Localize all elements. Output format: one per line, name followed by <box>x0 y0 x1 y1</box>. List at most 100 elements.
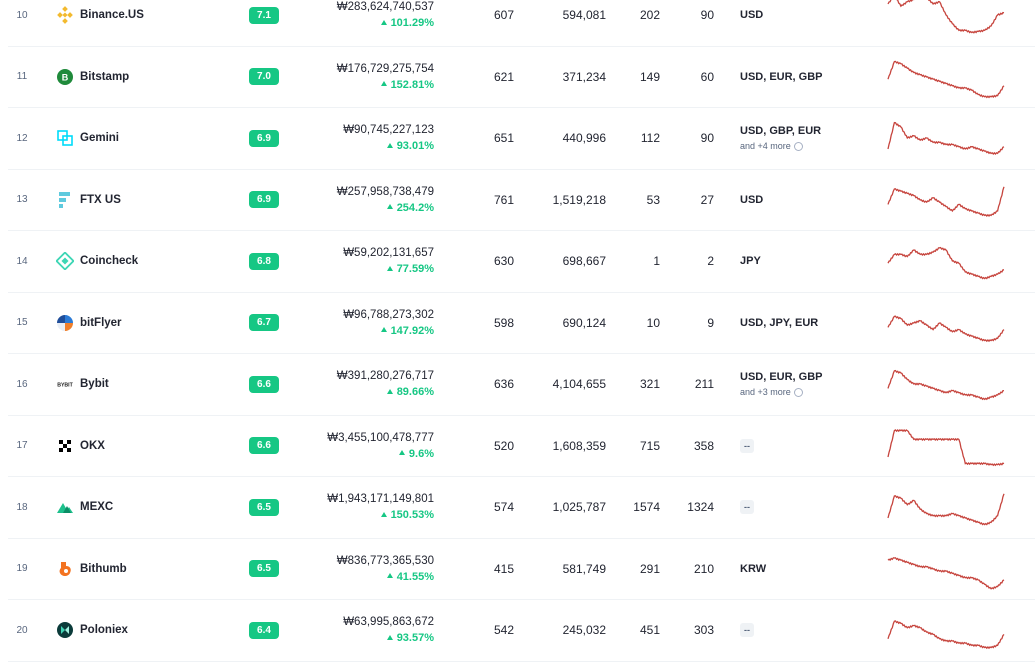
sparkline-cell <box>886 477 1006 538</box>
exchange-name: Binance.US <box>80 9 144 22</box>
bitflyer-logo-icon <box>56 314 74 332</box>
rank: 12 <box>16 132 28 144</box>
table-row[interactable]: 16 BYBIT Bybit 6.6 ₩391,280,276,717 89.66% 636… <box>8 354 1035 416</box>
table-row[interactable]: 15 bitFlyer 6.7 ₩96,788,273,302 147.92% 598 69… <box>8 293 1035 354</box>
rank: 11 <box>16 71 28 83</box>
exchange-name: OKX <box>80 439 105 452</box>
table-row[interactable]: 18 MEXC 6.5 ₩1,943,171,149,801 150.53% 574 1,0… <box>8 477 1035 539</box>
volume-amount: ₩257,958,738,479 <box>336 185 434 198</box>
score-badge: 6.5 <box>249 560 279 578</box>
volume-amount: ₩59,202,131,657 <box>343 247 434 260</box>
exchange-name-link[interactable]: Bithumb <box>56 539 236 600</box>
pairs-count: 53 <box>646 192 660 207</box>
score-badge: 7.0 <box>249 68 279 86</box>
volume-change: 93.57% <box>387 632 434 644</box>
coins-count: 303 <box>693 623 714 638</box>
score-cell: 6.6 <box>248 416 280 477</box>
volume-amount: ₩836,773,365,530 <box>336 554 434 567</box>
exchange-name: FTX US <box>80 193 121 206</box>
score-badge: 6.9 <box>249 191 279 209</box>
score-badge: 6.6 <box>249 375 279 393</box>
fiat-currencies: USD, GBP, EUR <box>740 125 822 138</box>
exchange-name-link[interactable]: bitFlyer <box>56 293 236 354</box>
table-row[interactable]: 14 Coincheck 6.8 ₩59,202,131,657 77.59% 630 69… <box>8 231 1035 293</box>
fiat-none-badge: -- <box>740 623 754 638</box>
visits-count: 594,081 <box>562 8 606 23</box>
exchange-name-link[interactable]: MEXC <box>56 477 236 538</box>
table-row[interactable]: 13 FTX US 6.9 ₩257,958,738,479 254.2% 761 1,51… <box>8 170 1035 231</box>
exchange-name-link[interactable]: Coincheck <box>56 231 236 292</box>
fiat-currencies: KRW <box>740 562 767 575</box>
more-fiat-link[interactable]: and +3 more <box>740 387 803 398</box>
exchange-name-link[interactable]: B Bitstamp <box>56 47 236 108</box>
visits-count: 4,104,655 <box>552 377 606 392</box>
score-cell: 6.9 <box>248 170 280 231</box>
fiat-currencies: JPY <box>740 255 761 268</box>
fiat-currencies: USD <box>740 193 764 206</box>
exchange-name-link[interactable]: BYBIT Bybit <box>56 354 236 415</box>
coins-count: 211 <box>694 377 714 392</box>
sparkline-cell <box>886 231 1006 292</box>
gemini-logo-icon <box>56 129 74 147</box>
score-cell: 6.5 <box>248 477 280 538</box>
volume-cell: ₩283,624,740,537 101.29% <box>298 0 434 46</box>
volume-cell: ₩257,958,738,479 254.2% <box>298 170 434 231</box>
price-sparkline <box>887 493 1005 526</box>
volume-amount: ₩283,624,740,537 <box>336 1 434 14</box>
volume-amount: ₩3,455,100,478,777 <box>327 431 434 444</box>
markets-count: 651 <box>493 131 514 146</box>
svg-text:BYBIT: BYBIT <box>57 383 73 389</box>
exchange-name-link[interactable]: Binance.US <box>56 0 236 46</box>
table-row[interactable]: 17 OKX 6.6 ₩3,455,100,478,777 9.6% 520 1,608,3… <box>8 416 1035 477</box>
visits-count: 1,519,218 <box>552 192 606 207</box>
table-row[interactable]: 19 Bithumb 6.5 ₩836,773,365,530 41.55% 415 581… <box>8 539 1035 600</box>
exchange-name-link[interactable]: Poloniex <box>56 600 236 661</box>
exchange-name-link[interactable]: FTX US <box>56 170 236 231</box>
pairs-count: 1574 <box>633 500 660 515</box>
fiat-none-badge: -- <box>740 500 754 515</box>
coins-count: 210 <box>693 561 714 576</box>
pairs-count: 451 <box>639 623 660 638</box>
fiat-currencies: USD, JPY, EUR <box>740 316 819 329</box>
sparkline-cell <box>886 600 1006 661</box>
volume-cell: ₩90,745,227,123 93.01% <box>298 108 434 169</box>
score-cell: 6.8 <box>248 231 280 292</box>
exchange-table: 10 Binance.US 7.1 ₩283,624,740,537 101.29% 60… <box>8 0 1035 662</box>
score-cell: 6.9 <box>248 108 280 169</box>
price-sparkline <box>887 315 1005 342</box>
price-sparkline <box>887 186 1005 217</box>
exchange-name-link[interactable]: OKX <box>56 416 236 477</box>
more-fiat-link[interactable]: and +4 more <box>740 141 803 152</box>
coins-count: 60 <box>700 69 714 84</box>
rank: 19 <box>16 563 28 575</box>
svg-text:B: B <box>62 72 69 82</box>
volume-change: 150.53% <box>381 509 434 521</box>
price-sparkline <box>887 0 1005 35</box>
coins-count: 90 <box>700 131 714 146</box>
fiat-supported: KRW <box>740 539 870 600</box>
exchange-name-link[interactable]: Gemini <box>56 108 236 169</box>
sparkline-cell <box>886 293 1006 354</box>
price-sparkline <box>887 60 1005 99</box>
table-row[interactable]: 11 B Bitstamp 7.0 ₩176,729,275,754 152.81% 621… <box>8 47 1035 108</box>
table-row[interactable]: 12 Gemini 6.9 ₩90,745,227,123 93.01% 651 440,9… <box>8 108 1035 170</box>
coins-count: 27 <box>700 192 714 207</box>
exchange-name: Bitstamp <box>80 70 130 83</box>
visits-count: 1,025,787 <box>552 500 606 515</box>
fiat-supported: -- <box>740 416 870 477</box>
binance-logo-icon <box>56 6 74 25</box>
exchange-name: Coincheck <box>80 255 139 268</box>
table-row[interactable]: 10 Binance.US 7.1 ₩283,624,740,537 101.29% 60… <box>8 0 1035 47</box>
score-cell: 7.1 <box>248 0 280 46</box>
coincheck-logo-icon <box>56 252 74 271</box>
fiat-currencies: USD, EUR, GBP <box>740 70 823 83</box>
volume-amount: ₩176,729,275,754 <box>336 62 434 75</box>
markets-count: 574 <box>493 500 514 515</box>
table-row[interactable]: 20 Poloniex 6.4 ₩63,995,863,672 93.57% 542 245… <box>8 600 1035 662</box>
pairs-count: 291 <box>639 561 660 576</box>
pairs-count: 715 <box>639 438 660 453</box>
fiat-currencies: USD <box>740 9 764 22</box>
volume-amount: ₩391,280,276,717 <box>336 370 434 383</box>
rank: 15 <box>16 317 28 329</box>
volume-cell: ₩96,788,273,302 147.92% <box>298 293 434 354</box>
